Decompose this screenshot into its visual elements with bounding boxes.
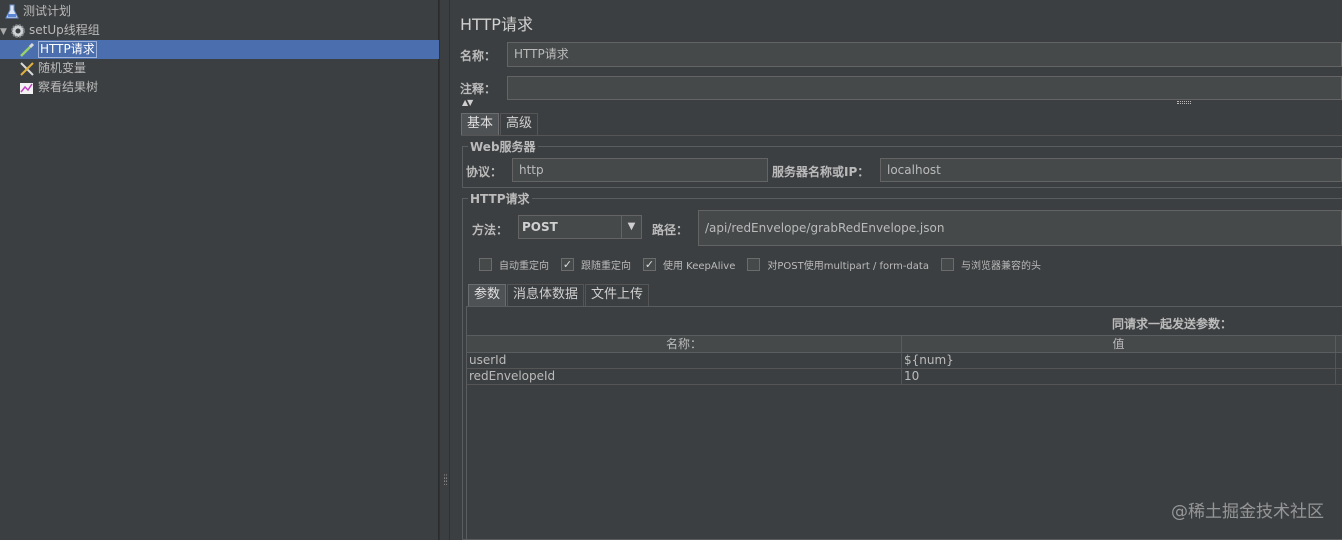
- chart-icon: [19, 80, 35, 96]
- check-icon[interactable]: ✓: [643, 258, 656, 271]
- param-value-cell[interactable]: 10: [902, 369, 1336, 384]
- flask-icon: [4, 4, 20, 20]
- watermark: @稀土掘金技术社区: [1171, 502, 1324, 522]
- tree-item-label: 随机变量: [38, 61, 87, 75]
- tree-item-label: 测试计划: [23, 4, 72, 18]
- tree-item-label: HTTP请求: [38, 41, 97, 58]
- checkbox-box[interactable]: [940, 258, 954, 271]
- chevron-down-icon[interactable]: ▼: [621, 216, 641, 238]
- options-checkboxes: 自动重定向 ✓ 跟随重定向 ✓ 使用 KeepAlive 对POST使用mult…: [479, 257, 1053, 272]
- method-select[interactable]: POST ▼: [518, 215, 642, 239]
- resize-handle-icon[interactable]: [1177, 101, 1191, 104]
- test-plan-tree: ▼ 测试计划 setUp线程组 HTTP请求 随机变量 察看结果树: [0, 0, 439, 540]
- checkbox-label: 与浏览器兼容的头: [960, 261, 1041, 272]
- protocol-field[interactable]: http: [512, 158, 768, 182]
- tab-body-data[interactable]: 消息体数据: [507, 284, 585, 306]
- panel-splitter[interactable]: ::::::: [439, 0, 450, 540]
- gear-icon: [10, 23, 26, 39]
- name-label: 名称：: [460, 49, 497, 63]
- checkbox-box[interactable]: [479, 258, 492, 271]
- tab-advanced[interactable]: 高级: [500, 113, 539, 135]
- parameters-title: 同请求一起发送参数：: [1112, 317, 1233, 331]
- page-title: HTTP请求: [460, 15, 533, 34]
- tree-item-test-plan[interactable]: 测试计划: [4, 2, 71, 21]
- server-name-field[interactable]: localhost: [880, 158, 1342, 182]
- path-label: 路径：: [652, 223, 689, 237]
- table-row[interactable]: userId ${num}: [467, 353, 1342, 369]
- checkbox-auto-redirect[interactable]: 自动重定向: [479, 257, 549, 272]
- expand-arrow-icon[interactable]: ▼: [0, 27, 7, 37]
- tab-file-upload[interactable]: 文件上传: [585, 284, 650, 306]
- table-header: 名称： 值: [467, 335, 1342, 353]
- param-value-cell[interactable]: ${num}: [902, 353, 1336, 368]
- name-field[interactable]: HTTP请求: [507, 42, 1342, 67]
- tree-item-random-variable[interactable]: 随机变量: [19, 59, 86, 78]
- table-row[interactable]: redEnvelopeId 10: [467, 369, 1342, 385]
- check-icon[interactable]: ✓: [561, 258, 574, 271]
- main-tabs: 基本 高级: [461, 113, 539, 135]
- http-request-panel: HTTP请求 名称： HTTP请求 注释： ▲▼ 基本 高级 Web服务器 协议…: [450, 0, 1342, 540]
- tree-item-label: setUp线程组: [29, 23, 100, 37]
- protocol-label: 协议：: [466, 165, 503, 179]
- tab-basic[interactable]: 基本: [461, 113, 500, 135]
- checkbox-keepalive[interactable]: ✓ 使用 KeepAlive: [643, 257, 735, 272]
- checkbox-label: 对POST使用multipart / form-data: [767, 261, 929, 272]
- checkbox-browser-compatible-headers[interactable]: 与浏览器兼容的头: [940, 257, 1041, 272]
- path-field[interactable]: /api/redEnvelope/grabRedEnvelope.json: [698, 210, 1342, 246]
- comment-label: 注释：: [460, 82, 497, 96]
- tree-item-setup-thread-group[interactable]: setUp线程组: [10, 21, 100, 40]
- param-name-cell[interactable]: redEnvelopeId: [467, 369, 902, 384]
- checkbox-label: 使用 KeepAlive: [663, 261, 736, 272]
- tree-item-view-results-tree[interactable]: 察看结果树: [19, 78, 98, 97]
- request-tabs: 参数 消息体数据 文件上传: [468, 284, 650, 306]
- checkbox-box[interactable]: [747, 258, 761, 271]
- web-server-section-title: Web服务器: [468, 138, 538, 155]
- checkbox-multipart[interactable]: 对POST使用multipart / form-data: [747, 257, 929, 272]
- param-name-cell[interactable]: userId: [467, 353, 902, 368]
- column-header-value[interactable]: 值: [902, 336, 1336, 352]
- column-header-name[interactable]: 名称：: [467, 336, 902, 352]
- http-request-section-title: HTTP请求: [468, 190, 532, 207]
- pipette-icon: [19, 42, 35, 58]
- tree-item-http-request[interactable]: HTTP请求: [0, 40, 439, 59]
- method-label: 方法：: [472, 223, 509, 237]
- tab-parameters[interactable]: 参数: [468, 284, 507, 306]
- method-value: POST: [522, 220, 558, 234]
- tree-item-label: 察看结果树: [38, 80, 99, 94]
- comment-field[interactable]: [507, 76, 1342, 100]
- splitter-grip-icon[interactable]: ::::::: [443, 473, 448, 488]
- tab-divider: [461, 135, 1342, 136]
- checkbox-follow-redirect[interactable]: ✓ 跟随重定向: [561, 257, 631, 272]
- tools-icon: [19, 61, 35, 77]
- checkbox-label: 跟随重定向: [581, 261, 631, 272]
- checkbox-label: 自动重定向: [499, 261, 549, 272]
- collapse-arrows-icon[interactable]: ▲▼: [462, 98, 473, 107]
- server-name-label: 服务器名称或IP：: [772, 165, 870, 179]
